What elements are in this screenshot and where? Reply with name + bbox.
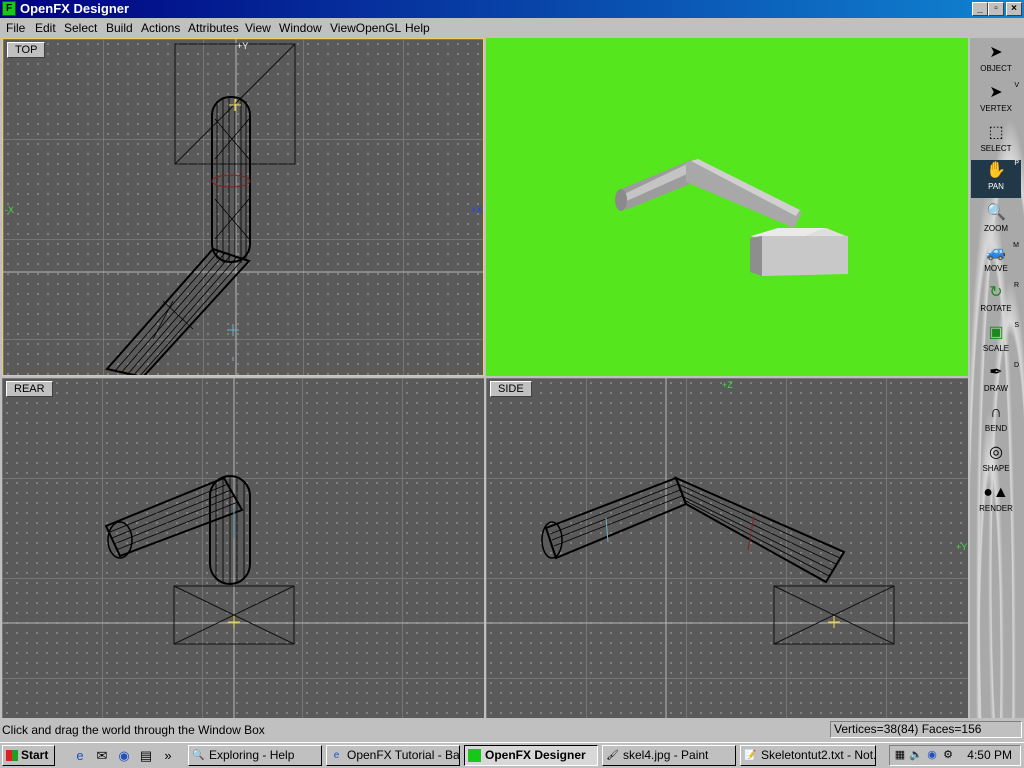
tool-zoom[interactable]: 🔍 ZOOM — [971, 202, 1021, 240]
menu-view[interactable]: View — [245, 21, 271, 35]
tray-utility-icon[interactable]: ⚙ — [941, 748, 955, 762]
more-quicklaunch-icon[interactable]: » — [160, 748, 176, 764]
tool-render[interactable]: ●▲ RENDER — [971, 482, 1021, 520]
ie-icon: e — [333, 750, 340, 761]
task-exploring-help[interactable]: 🔍 Exploring - Help — [188, 745, 322, 766]
ie-quicklaunch-icon[interactable]: e — [72, 748, 88, 764]
top-view-wireframe — [3, 39, 483, 375]
network-icon[interactable]: ◉ — [925, 748, 939, 762]
viewport-label-top[interactable]: TOP — [7, 42, 46, 58]
magnifier-icon: 🔍 — [986, 204, 1006, 221]
menu-select[interactable]: Select — [64, 21, 97, 35]
menu-bar: File Edit Select Build Actions Attribute… — [0, 18, 1024, 38]
task-openfx-designer[interactable]: OpenFX Designer — [464, 745, 598, 766]
axis-label-plus-x: +X — [471, 205, 483, 215]
title-bar: F OpenFX Designer _ ▫ × — [0, 0, 1024, 18]
menu-viewopengl[interactable]: ViewOpenGL — [330, 21, 401, 35]
axis-label-plus-z: +Z — [722, 380, 733, 390]
menu-window[interactable]: Window — [279, 21, 322, 35]
side-viewport[interactable]: SIDE +Z +Y — [486, 378, 968, 718]
task-paint[interactable]: 🖌 skel4.jpg - Paint — [602, 745, 736, 766]
desktop-quicklaunch-icon[interactable]: ▤ — [138, 748, 154, 764]
taskbar: Start e ✉ ◉ ▤ » 🔍 Exploring - Help e Ope… — [0, 742, 1024, 768]
rear-viewport[interactable]: REAR — [2, 378, 484, 718]
select-box-icon: ⬚ — [988, 124, 1004, 141]
tray-app-icon[interactable]: ▦ — [893, 748, 907, 762]
rear-view-wireframe — [2, 378, 484, 718]
status-message: Click and drag the world through the Win… — [2, 723, 265, 737]
explorer-icon: 🔍 — [192, 750, 205, 761]
tool-bend[interactable]: ∩ BEND — [971, 402, 1021, 440]
volume-icon[interactable]: 🔈 — [909, 748, 923, 762]
viewport-label-side[interactable]: SIDE — [490, 381, 532, 397]
tool-object[interactable]: ➤ OBJECT — [971, 42, 1021, 80]
clock: 4:50 PM — [967, 748, 1012, 762]
tool-move[interactable]: M 🚙 MOVE — [971, 242, 1021, 280]
tool-shape[interactable]: ◎ SHAPE — [971, 442, 1021, 480]
status-bar: Click and drag the world through the Win… — [0, 720, 1024, 740]
shape-icon: ◎ — [989, 444, 1003, 461]
tool-vertex[interactable]: V ➤ VERTEX — [971, 82, 1021, 120]
status-counts: Vertices=38(84) Faces=156 — [830, 721, 1022, 738]
rendered-scene — [615, 159, 848, 276]
menu-file[interactable]: File — [6, 21, 25, 35]
menu-help[interactable]: Help — [405, 21, 430, 35]
menu-attributes[interactable]: Attributes — [188, 21, 239, 35]
menu-build[interactable]: Build — [106, 21, 133, 35]
system-tray: ▦ 🔈 ◉ ⚙ 4:50 PM — [889, 745, 1021, 766]
axis-label-plus-y-side: +Y — [956, 542, 968, 552]
magnet-icon: ∩ — [990, 404, 1002, 421]
minimize-button[interactable]: _ — [972, 2, 988, 16]
tool-pan[interactable]: P ✋ PAN — [971, 160, 1021, 198]
top-viewport[interactable]: TOP +Y -X +X — [2, 38, 484, 376]
maximize-button[interactable]: ▫ — [988, 2, 1004, 16]
axis-label-minus-x: -X — [5, 205, 14, 215]
arrow-cursor-icon: ➤ — [989, 44, 1003, 61]
windows-flag-icon — [6, 750, 18, 761]
render-icon: ●▲ — [983, 484, 1009, 501]
openfx-icon — [468, 749, 481, 762]
menu-actions[interactable]: Actions — [141, 21, 180, 35]
start-button[interactable]: Start — [2, 745, 55, 766]
side-view-wireframe — [486, 378, 968, 718]
paint-icon: 🖌 — [606, 750, 619, 761]
task-notepad[interactable]: 📝 Skeletontut2.txt - Not... — [740, 745, 876, 766]
tool-draw[interactable]: D ✒ DRAW — [971, 362, 1021, 400]
viewport-label-rear[interactable]: REAR — [6, 381, 53, 397]
tool-scale[interactable]: S ▣ SCALE — [971, 322, 1021, 360]
openfx-app-icon[interactable]: F — [2, 1, 16, 16]
render-viewport[interactable] — [486, 38, 968, 376]
axis-label-plus-y: +Y — [237, 41, 249, 51]
tool-select[interactable]: ⬚ SELECT — [971, 122, 1021, 160]
outlook-quicklaunch-icon[interactable]: ✉ — [94, 748, 110, 764]
window-title: OpenFX Designer — [20, 1, 130, 16]
tool-palette: ➤ OBJECT V ➤ VERTEX ⬚ SELECT P ✋ PAN 🔍 Z… — [970, 38, 1024, 718]
tool-rotate[interactable]: R ↻ ROTATE — [971, 282, 1021, 320]
task-openfx-tutorial[interactable]: e OpenFX Tutorial - Ba... — [326, 745, 460, 766]
menu-edit[interactable]: Edit — [35, 21, 56, 35]
notepad-icon: 📝 — [744, 750, 757, 761]
channels-quicklaunch-icon[interactable]: ◉ — [116, 748, 132, 764]
close-button[interactable]: × — [1006, 2, 1022, 16]
